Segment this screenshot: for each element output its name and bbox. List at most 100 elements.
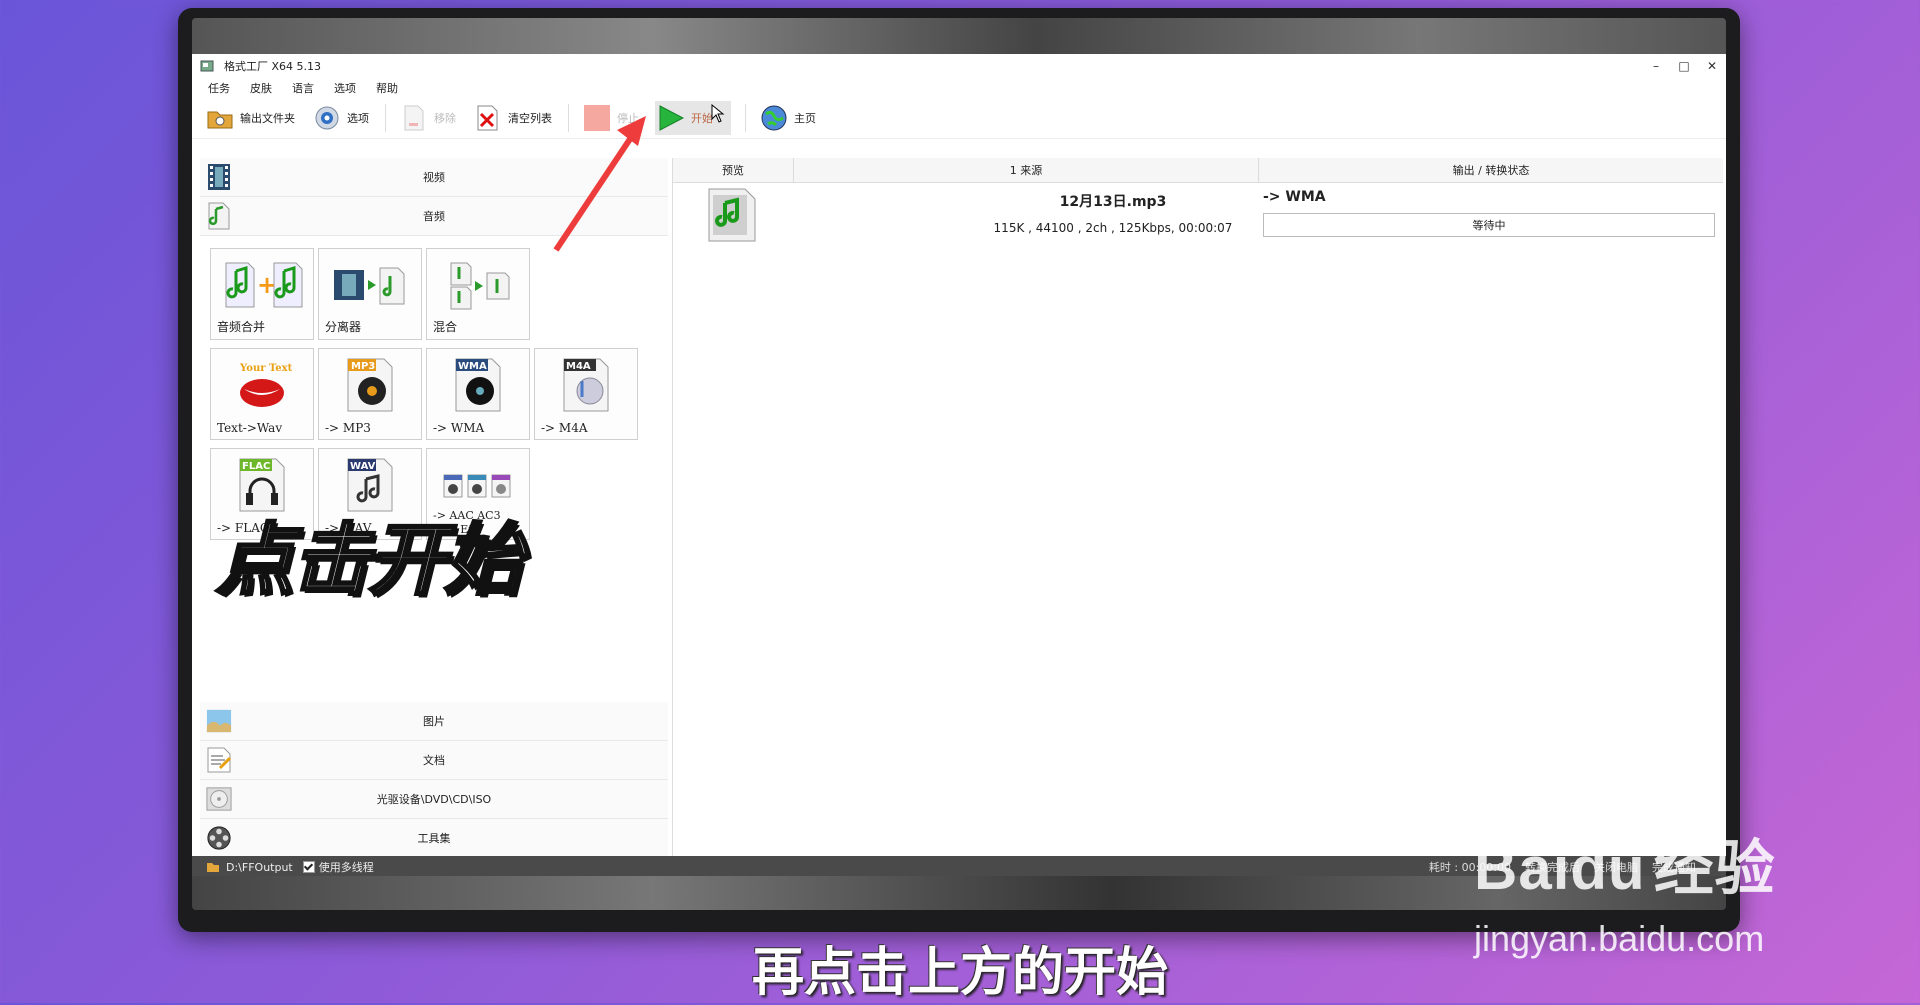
start-button[interactable]: 开始 [655,101,731,135]
table-row[interactable]: 12月13日.mp3 115K , 44100 , 2ch , 125Kbps,… [673,183,1723,247]
audio-mix-icon [427,257,529,313]
task-list: 预览 1 来源 输出 / 转换状态 12月13日.mp3 115K , 4410… [672,158,1723,858]
menu-options[interactable]: 选项 [334,80,356,96]
toolbar-divider [568,104,569,132]
screen: 格式工厂 X64 5.13 – □ ✕ 任务 皮肤 语言 选项 帮助 输出文件夹 [192,18,1726,910]
category-audio[interactable]: 音频 [200,197,668,236]
app-icon [200,60,214,72]
multithread-label: 使用多线程 [318,861,374,874]
tile-text-to-wav-label: Text->Wav [217,421,283,435]
options-button[interactable]: 选项 [311,101,371,135]
tile-mix[interactable]: 混合 [426,248,530,340]
home-label: 主页 [794,112,816,125]
tile-audio-join-label: 音频合并 [217,320,266,334]
category-document-label: 文档 [423,754,445,767]
watermark-url: jingyan.baidu.com [1474,918,1765,959]
overlay-caption: 点击开始 [214,515,523,608]
menu-bar: 任务 皮肤 语言 选项 帮助 [192,78,1726,98]
tile-to-wav-badge: WAV [350,461,376,472]
category-video[interactable]: 视频 [200,158,668,197]
watermark-brand: Bai [1474,835,1571,902]
watermark-suffix: 经验 [1653,835,1776,902]
multithread-checkbox[interactable]: 使用多线程 [302,859,374,875]
film-icon [206,162,232,192]
start-label: 开始 [691,112,713,125]
column-preview[interactable]: 预览 [673,158,794,182]
toolbar-divider [385,104,386,132]
stop-button[interactable]: 停止 [581,101,641,135]
menu-help[interactable]: 帮助 [376,80,398,96]
toolbar-divider [745,104,746,132]
watermark-brand-du: du [1570,835,1646,902]
output-folder-label: 输出文件夹 [240,112,295,125]
tile-mix-label: 混合 [433,320,458,334]
tile-text-to-wav-badge: Your Text [239,363,292,374]
video-to-audio-icon [319,257,421,313]
tile-to-mp3[interactable]: MP3 -> MP3 [318,348,422,440]
picture-icon [206,706,232,736]
category-utilities-label: 工具集 [417,832,451,845]
column-source[interactable]: 1 来源 [794,158,1259,182]
output-path[interactable]: D:\FFOutput [206,861,293,874]
options-label: 选项 [347,112,369,125]
folder-icon [206,104,234,132]
music-note-icon [206,201,232,231]
tile-splitter[interactable]: 分离器 [318,248,422,340]
toolbar: 输出文件夹 选项 移除 清空列表 停止 开始 主页 [192,98,1726,139]
column-output-status[interactable]: 输出 / 转换状态 [1259,158,1723,182]
task-table-header: 预览 1 来源 输出 / 转换状态 [673,158,1723,183]
category-picture[interactable]: 图片 [200,702,668,741]
tile-to-flac-badge: FLAC [242,461,270,472]
home-button[interactable]: 主页 [758,101,818,135]
conversion-status: 等待中 [1263,213,1715,237]
title-bar: 格式工厂 X64 5.13 – □ ✕ [192,54,1726,78]
tile-to-mp3-label: -> MP3 [325,421,371,435]
tile-to-wma-badge: WMA [458,361,487,372]
monitor-frame: 格式工厂 X64 5.13 – □ ✕ 任务 皮肤 语言 选项 帮助 输出文件夹 [178,8,1740,932]
category-rom-device[interactable]: 光驱设备\DVD\CD\ISO [200,780,668,819]
window-title: 格式工厂 X64 5.13 [224,60,322,73]
remove-label: 移除 [434,112,456,125]
format-factory-window: 格式工厂 X64 5.13 – □ ✕ 任务 皮肤 语言 选项 帮助 输出文件夹 [192,54,1726,878]
stop-icon [583,104,611,132]
tile-to-m4a-label: -> M4A [541,421,588,435]
category-rom-device-label: 光驱设备\DVD\CD\ISO [376,793,492,806]
checkbox-checked-icon [302,861,315,873]
output-path-text: D:\FFOutput [226,860,293,874]
stop-label: 停止 [617,112,639,125]
tile-to-wma[interactable]: WMA -> WMA [426,348,530,440]
baidu-watermark: Baidu 经验 [1474,820,1776,907]
tile-text-to-wav[interactable]: Your Text Text->Wav [210,348,314,440]
category-video-label: 视频 [423,171,445,184]
speaking-mouth-icon: Your Text [211,357,313,413]
folder-icon [207,863,219,872]
category-utilities[interactable]: 工具集 [200,819,668,858]
output-folder-button[interactable]: 输出文件夹 [204,101,297,135]
disc-drive-icon [206,784,232,814]
menu-language[interactable]: 语言 [292,80,314,96]
mp3-disc-icon: MP3 [319,357,421,413]
clear-list-button[interactable]: 清空列表 [472,101,554,135]
tile-to-mp3-badge: MP3 [351,361,375,372]
source-file-name: 12月13日.mp3 [1059,194,1167,210]
category-document[interactable]: 文档 [200,741,668,780]
audio-join-icon: + [211,257,313,313]
menu-task[interactable]: 任务 [208,80,230,96]
tile-to-m4a[interactable]: M4A -> M4A [534,348,638,440]
output-format: -> WMA [1263,189,1326,205]
tile-audio-join[interactable]: + 音频合并 [210,248,314,340]
options-gear-icon [313,104,341,132]
mp3-file-thumbnail-icon [708,188,756,242]
menu-skin[interactable]: 皮肤 [250,80,272,96]
remove-button[interactable]: 移除 [398,101,458,135]
tile-to-wma-label: -> WMA [433,421,485,435]
clear-list-icon [474,104,502,132]
close-button[interactable]: ✕ [1698,59,1726,73]
mouse-cursor-icon [711,104,725,123]
maximize-button[interactable]: □ [1670,59,1698,73]
category-audio-label: 音频 [423,210,445,223]
wma-disc-icon: WMA [427,357,529,413]
minimize-button[interactable]: – [1642,59,1670,73]
remove-doc-icon [400,104,428,132]
bottom-categories: 图片 文档 光驱设备\DVD\CD\ISO 工具集 [192,702,668,858]
